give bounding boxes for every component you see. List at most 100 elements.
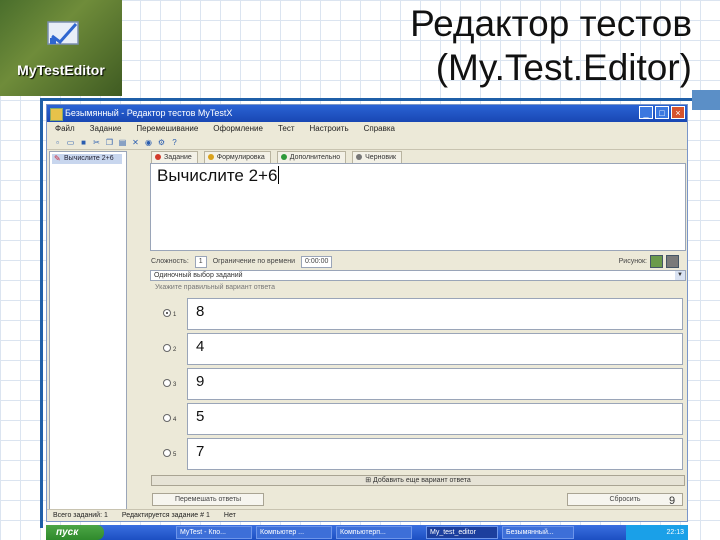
add-answer-label: Добавить еще вариант ответа [373,477,471,484]
answer-type-select[interactable]: Одиночный выбор заданий ▼ [150,270,686,281]
settings-icon[interactable]: ⚙ [157,138,166,147]
question-text: Вычислите 2+6 [157,166,280,185]
answer-text: 7 [196,443,205,460]
copy-icon[interactable]: ❐ [105,138,114,147]
taskbar: пуск MyTest - Кпо... Компьютер ... Компь… [46,525,688,540]
chart-check-icon [47,21,79,45]
answer-number: 5 [173,452,177,458]
answer-row: 3 9 [151,367,685,401]
time-limit-field[interactable]: 0:00:00 [301,256,333,268]
picture-controls: Рисунок: [619,255,679,268]
taskbar-item[interactable]: My_test_editor [426,526,498,539]
answer-field[interactable]: 4 [187,333,683,365]
answer-text: 9 [196,373,205,390]
answer-row: 4 5 [151,402,685,436]
preview-icon[interactable]: ◉ [144,138,153,147]
taskbar-item[interactable]: MyTest - Кпо... [176,526,252,539]
open-icon[interactable]: ▭ [66,138,75,147]
logo-label: MyTestEditor [17,62,105,78]
menu-settings[interactable]: Настроить [310,122,349,135]
answer-radio[interactable] [163,414,171,422]
start-button[interactable]: пуск [46,525,104,540]
minimize-button[interactable]: _ [639,106,653,119]
status-mode: Нет [223,512,236,519]
decor-bar-vertical [40,98,43,528]
status-total: Всего заданий: 1 [53,512,108,519]
answer-radio[interactable] [163,449,171,457]
cut-icon[interactable]: ✂ [92,138,101,147]
save-icon[interactable]: ■ [79,138,88,147]
answer-number: 1 [173,312,177,318]
menu-help[interactable]: Справка [364,122,395,135]
shuffle-answers-button[interactable]: Перемешать ответы [152,493,264,506]
delete-icon[interactable]: ✕ [131,138,140,147]
answer-field[interactable]: 8 [187,298,683,330]
answer-number: 3 [173,382,177,388]
question-properties: Сложность: 1 Ограничение по времени 0:00… [151,256,333,268]
menu-file[interactable]: Файл [55,122,75,135]
answer-radio[interactable] [163,379,171,387]
menu-bar: Файл Задание Перемешивание Оформление Те… [47,122,687,135]
add-picture-icon[interactable] [650,255,663,268]
menu-design[interactable]: Оформление [213,122,263,135]
answer-field[interactable]: 9 [187,368,683,400]
window-titlebar[interactable]: Безымянный - Редактор тестов MyTestX _ □… [47,105,687,122]
reset-button[interactable]: Сбросить [567,493,683,506]
answer-row: 2 4 [151,332,685,366]
text-caret [278,166,280,184]
app-logo: MyTestEditor [0,0,122,96]
task-list-panel: ✎ Вычислите 2+6 [49,151,127,511]
toolbar: ▫ ▭ ■ ✂ ❐ ▤ ✕ ◉ ⚙ ? [47,135,687,150]
status-editing: Редактируется задание # 1 [121,512,210,519]
answer-field[interactable]: 5 [187,403,683,435]
difficulty-field[interactable]: 1 [194,256,207,268]
answer-type-value: Одиночный выбор заданий [154,272,243,279]
status-bar: Всего заданий: 1 Редактируется задание #… [47,509,687,521]
chevron-down-icon[interactable]: ▼ [675,271,685,280]
task-list-item-label: Вычислите 2+6 [64,155,114,162]
tab-task-label: Задание [164,154,192,161]
add-answer-button[interactable]: ⊞ Добавить еще вариант ответа [151,475,685,486]
tab-wording-dot-icon [207,154,214,160]
taskbar-item[interactable]: Компьютерп... [336,526,412,539]
menu-task[interactable]: Задание [90,122,122,135]
tab-draft-dot-icon [356,154,363,160]
editor-window: Безымянный - Редактор тестов MyTestX _ □… [46,104,688,522]
time-limit-label: Ограничение по времени [212,258,296,265]
decor-block [692,90,720,110]
answer-field[interactable]: 7 [187,438,683,470]
answer-radio[interactable] [163,309,171,317]
tab-extra-dot-icon [280,154,287,160]
tab-draft-label: Черновик [365,154,397,161]
task-list-item[interactable]: ✎ Вычислите 2+6 [52,154,122,164]
menu-test[interactable]: Тест [278,122,295,135]
new-icon[interactable]: ▫ [53,138,62,147]
app-icon [50,108,63,121]
help-icon[interactable]: ? [170,138,179,147]
taskbar-item[interactable]: Безымянный... [502,526,574,539]
pencil-icon: ✎ [54,154,61,163]
slide-title-line1: Редактор тестов [410,3,692,44]
paste-icon[interactable]: ▤ [118,138,127,147]
decor-bar [40,98,720,101]
difficulty-label: Сложность: [151,258,189,265]
answer-radio[interactable] [163,344,171,352]
taskbar-item[interactable]: Компьютер ... [256,526,332,539]
maximize-button[interactable]: □ [655,106,669,119]
answer-text: 4 [196,338,205,355]
picture-label: Рисунок: [618,258,647,265]
answer-number: 4 [173,417,177,423]
remove-picture-icon[interactable] [666,255,679,268]
system-tray-clock: 22:13 [626,525,688,540]
answer-row: 1 8 [151,297,685,331]
plus-icon: ⊞ [365,477,373,484]
menu-shuffle[interactable]: Перемешивание [136,122,198,135]
close-button[interactable]: × [671,106,685,119]
slide-page-number: 9 [669,495,676,507]
tab-task-dot-icon [155,154,161,160]
window-title: Безымянный - Редактор тестов MyTestX [65,108,233,118]
question-editor[interactable]: Вычислите 2+6 [150,163,686,251]
slide-title-line2: (My.Test.Editor) [435,47,692,88]
answer-row: 5 7 [151,437,685,471]
answer-number: 2 [173,347,177,353]
